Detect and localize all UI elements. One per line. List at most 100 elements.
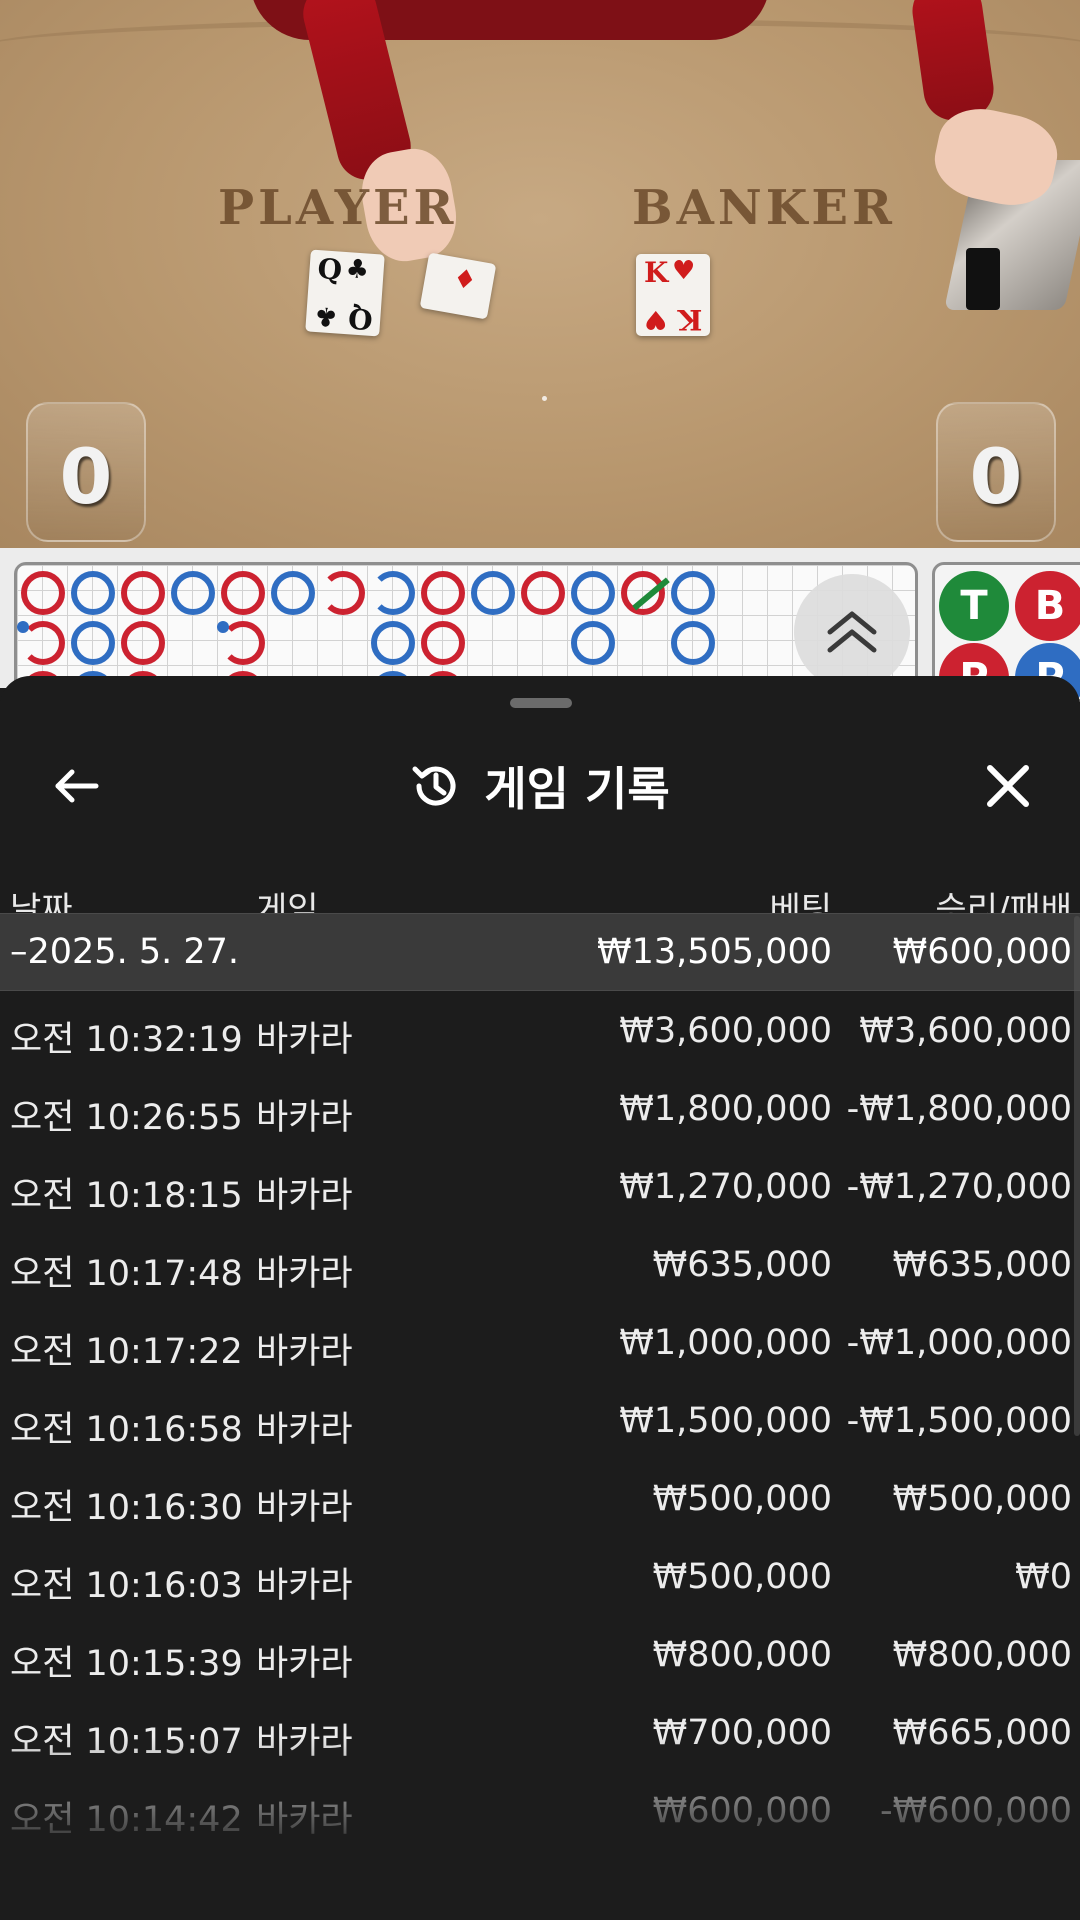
card-rank-bottom: Q [346, 301, 374, 336]
card-suit: ♦ [450, 263, 479, 297]
date-group-row[interactable]: –2025. 5. 27. ₩13,505,000 ₩600,000 [0, 913, 1080, 991]
row-result: ₩665,000 [892, 1713, 1072, 1753]
tie-mark [632, 577, 670, 611]
row-result: ₩3,600,000 [859, 1011, 1072, 1051]
road-bead-player [271, 571, 315, 615]
row-result: -₩1,800,000 [846, 1089, 1072, 1129]
back-button[interactable] [40, 750, 112, 822]
card-suit: ♣ [344, 254, 370, 286]
row-bet: ₩1,000,000 [619, 1323, 832, 1363]
road-bead-player [671, 621, 715, 665]
sheet-title-group: 게임 기록 [0, 726, 1080, 846]
row-time: 오전 10:17:48 [10, 1254, 243, 1294]
row-game: 바카라 [256, 1722, 353, 1762]
date-group-date: –2025. 5. 27. [10, 932, 240, 972]
row-result: -₩1,500,000 [846, 1401, 1072, 1441]
history-row[interactable]: 오전 10:26:55 바카라 ₩1,800,000 -₩1,800,000 [0, 1069, 1080, 1147]
history-list: 오전 10:32:19 바카라 ₩3,600,000 ₩3,600,000 오전 10:… [0, 991, 1080, 1851]
road-bead-banker [421, 621, 465, 665]
road-bead-player [71, 621, 115, 665]
road-bead-banker-pair [321, 571, 365, 615]
table-center-dot [542, 396, 547, 401]
row-bet: ₩1,500,000 [619, 1401, 832, 1441]
row-game: 바카라 [256, 1176, 353, 1216]
road-bead-banker [21, 571, 65, 615]
sheet-drag-handle[interactable] [510, 698, 572, 708]
row-time: 오전 10:15:39 [10, 1644, 243, 1684]
row-time: 오전 10:18:15 [10, 1176, 243, 1216]
row-time: 오전 10:16:03 [10, 1566, 243, 1606]
row-result: ₩0 [1015, 1557, 1072, 1597]
history-row[interactable]: 오전 10:17:48 바카라 ₩635,000 ₩635,000 [0, 1225, 1080, 1303]
history-row[interactable]: 오전 10:15:39 바카라 ₩800,000 ₩800,000 [0, 1615, 1080, 1693]
player-zone-label: PLAYER [218, 180, 458, 236]
road-bead-banker [421, 571, 465, 615]
road-bead-banker [121, 621, 165, 665]
arrow-left-icon [55, 769, 99, 803]
row-result: ₩500,000 [892, 1479, 1072, 1519]
expand-road-button[interactable] [794, 574, 910, 690]
road-bead-banker [521, 571, 565, 615]
row-result: -₩600,000 [880, 1791, 1072, 1831]
row-game: 바카라 [256, 1098, 353, 1138]
card-suit-bottom: ♥ [644, 304, 668, 334]
banker-card-1: K ♥ ♥ K [636, 254, 710, 336]
row-game: 바카라 [256, 1800, 353, 1840]
row-game: 바카라 [256, 1644, 353, 1684]
row-game: 바카라 [256, 1332, 353, 1372]
history-row[interactable]: 오전 10:16:30 바카라 ₩500,000 ₩500,000 [0, 1459, 1080, 1537]
road-bead-player [71, 571, 115, 615]
row-result: -₩1,000,000 [846, 1323, 1072, 1363]
pair-dot [17, 621, 29, 633]
stat-banker: B [1015, 571, 1080, 641]
card-shoe-slot [966, 248, 1000, 310]
row-bet: ₩1,800,000 [619, 1089, 832, 1129]
row-time: 오전 10:14:42 [10, 1800, 243, 1840]
history-row[interactable]: 오전 10:15:07 바카라 ₩700,000 ₩665,000 [0, 1693, 1080, 1771]
row-game: 바카라 [256, 1566, 353, 1606]
row-game: 바카라 [256, 1488, 353, 1528]
row-result: ₩635,000 [892, 1245, 1072, 1285]
player-card-2: ♦ [419, 252, 497, 320]
road-bead-banker-tie [621, 571, 670, 615]
stat-tie: T [939, 571, 1009, 641]
date-group-win-total: ₩600,000 [892, 932, 1072, 972]
row-bet: ₩700,000 [652, 1713, 832, 1753]
player-score-box: 0 [26, 402, 146, 542]
history-row[interactable]: 오전 10:16:03 바카라 ₩500,000 ₩0 [0, 1537, 1080, 1615]
road-bead-banker-pair [217, 621, 265, 665]
road-bead-player [371, 621, 415, 665]
history-row[interactable]: 오전 10:14:42 바카라 ₩600,000 -₩600,000 [0, 1771, 1080, 1849]
row-game: 바카라 [256, 1410, 353, 1450]
card-suit-bottom: ♣ [313, 299, 339, 332]
row-time: 오전 10:17:22 [10, 1332, 243, 1372]
row-bet: ₩3,600,000 [619, 1011, 832, 1051]
row-time: 오전 10:15:07 [10, 1722, 243, 1762]
road-bead-player [571, 621, 615, 665]
row-time: 오전 10:16:58 [10, 1410, 243, 1450]
row-bet: ₩635,000 [652, 1245, 832, 1285]
road-bead-banker [221, 571, 265, 615]
road-bead-player [671, 571, 715, 615]
history-row[interactable]: 오전 10:17:22 바카라 ₩1,000,000 -₩1,000,000 [0, 1303, 1080, 1381]
date-group-bet-total: ₩13,505,000 [596, 932, 832, 972]
close-button[interactable] [970, 748, 1046, 824]
game-history-sheet: 게임 기록 날짜 게임 베팅 승리/패배 –2025. 5. 27. ₩13,5… [0, 676, 1080, 1920]
row-bet: ₩500,000 [652, 1479, 832, 1519]
close-icon [987, 765, 1029, 807]
sheet-title: 게임 기록 [484, 762, 670, 816]
row-game: 바카라 [256, 1020, 353, 1060]
road-bead-player [571, 571, 615, 615]
history-row[interactable]: 오전 10:18:15 바카라 ₩1,270,000 -₩1,270,000 [0, 1147, 1080, 1225]
history-row[interactable]: 오전 10:32:19 바카라 ₩3,600,000 ₩3,600,000 [0, 991, 1080, 1069]
road-map-strip: T B P P [0, 548, 1080, 702]
double-chevron-up-icon [827, 611, 877, 653]
road-bead-player [471, 571, 515, 615]
banker-score: 0 [969, 432, 1023, 521]
row-bet: ₩1,270,000 [619, 1167, 832, 1207]
history-row[interactable]: 오전 10:16:58 바카라 ₩1,500,000 -₩1,500,000 [0, 1381, 1080, 1459]
live-table-video: PLAYER BANKER Q ♣ ♣ Q ♦ K ♥ ♥ K 0 0 [0, 0, 1080, 548]
pair-dot [217, 621, 229, 633]
dealer-arm-right [908, 0, 998, 125]
row-game: 바카라 [256, 1254, 353, 1294]
